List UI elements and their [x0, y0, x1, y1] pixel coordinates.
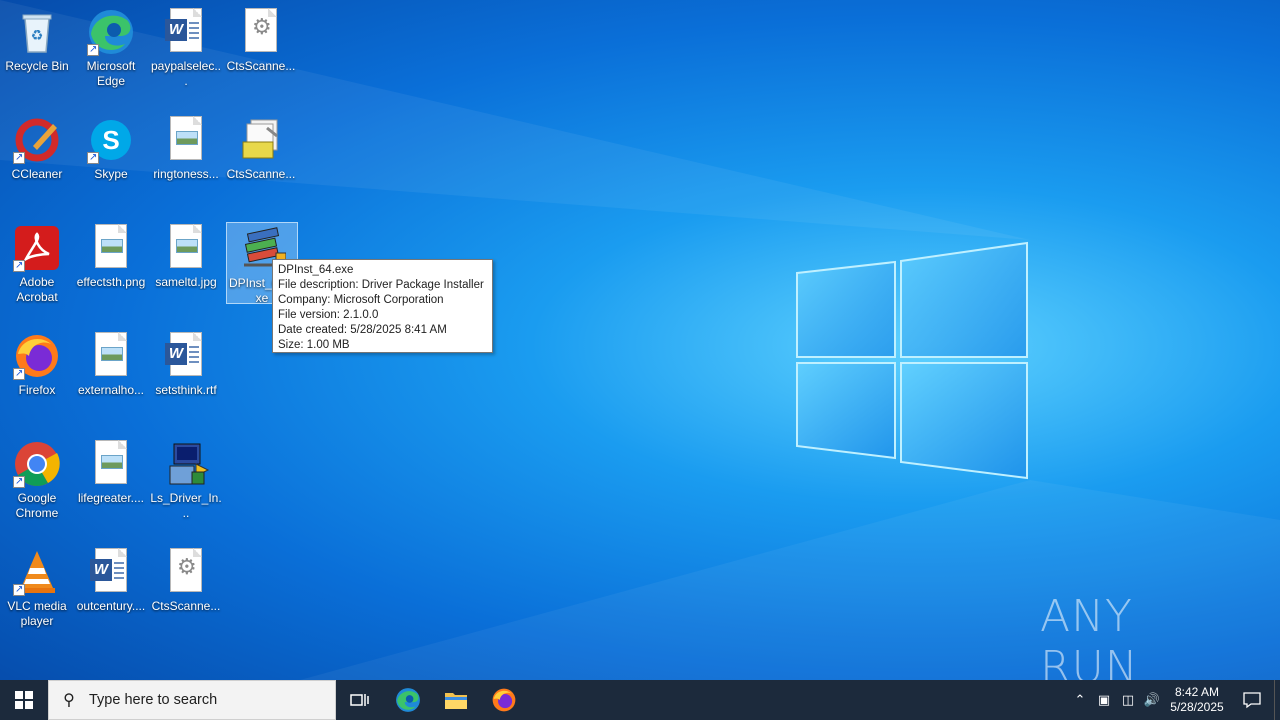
firefox-icon [13, 332, 61, 381]
clock-date: 5/28/2025 [1170, 700, 1224, 714]
clock[interactable]: 8:42 AM 5/28/2025 [1164, 685, 1230, 715]
clock-time: 8:42 AM [1174, 685, 1220, 699]
edge-icon [87, 8, 135, 57]
desktop-icon-ctsscanner-1[interactable]: ⚙ CtsScanne... [225, 2, 297, 102]
notifications-button[interactable] [1230, 680, 1274, 720]
file-tooltip: DPInst_64.exe File description: Driver P… [272, 259, 493, 353]
desktop-icon-microsoft-edge[interactable]: Microsoft Edge [75, 2, 147, 102]
firefox-icon [492, 688, 516, 712]
desktop-icon-ctsscanner-2[interactable]: CtsScanne... [225, 110, 297, 210]
search-icon: ⚲ [63, 692, 75, 709]
watermark-text: ANY RUN [1040, 591, 1139, 693]
recycle-bin-icon: ♻ [13, 8, 61, 56]
image-file-icon [87, 332, 135, 380]
edge-icon [396, 688, 420, 712]
image-file-icon [87, 224, 135, 272]
image-file-icon [87, 440, 135, 488]
desktop-icon-adobe-acrobat[interactable]: Adobe Acrobat [1, 218, 73, 318]
word-document-icon: W [87, 548, 135, 596]
chevron-up-icon[interactable]: ⌃ [1068, 680, 1092, 720]
desktop-icon-setsthink[interactable]: W setsthink.rtf [150, 326, 222, 426]
desktop-icon-ringtoness[interactable]: ringtoness... [150, 110, 222, 210]
ccleaner-icon [13, 116, 61, 165]
folder-icon [445, 693, 467, 709]
windows-logo-icon [15, 691, 33, 709]
skype-icon: S [87, 116, 135, 165]
desktop-icon-skype[interactable]: S Skype [75, 110, 147, 210]
network-icon[interactable]: ◫ [1116, 680, 1140, 720]
config-file-icon: ⚙ [162, 548, 210, 596]
system-tray: ⌃ ▣ ◫ 🔊 8:42 AM 5/28/2025 [1068, 680, 1280, 720]
desktop-icon-paypalselec[interactable]: W paypalselec... [150, 2, 222, 102]
anyrun-watermark: ANY RUN [1040, 591, 1240, 693]
installer-icon [162, 440, 210, 488]
image-file-icon [162, 224, 210, 272]
batch-file-icon [237, 116, 285, 164]
config-file-icon: ⚙ [237, 8, 285, 56]
desktop-icon-ccleaner[interactable]: CCleaner [1, 110, 73, 210]
desktop-icon-sameltd[interactable]: sameltd.jpg [150, 218, 222, 318]
tooltip-version: File version: 2.1.0.0 [278, 309, 379, 321]
tooltip-size: Size: 1.00 MB [278, 339, 350, 351]
task-view-icon [350, 694, 369, 706]
word-document-icon: W [162, 332, 210, 380]
desktop-icon-externalho[interactable]: externalho... [75, 326, 147, 426]
desktop-icon-effectsth[interactable]: effectsth.png [75, 218, 147, 318]
taskbar-edge-button[interactable] [384, 680, 432, 720]
desktop-icon-outcentury[interactable]: W outcentury.... [75, 542, 147, 642]
desktop-icon-google-chrome[interactable]: Google Chrome [1, 434, 73, 534]
vlc-icon [13, 548, 61, 597]
taskbar-search-box[interactable]: ⚲ Type here to search [48, 680, 336, 720]
volume-icon[interactable]: 🔊 [1140, 680, 1164, 720]
word-document-icon: W [162, 8, 210, 56]
meet-now-icon[interactable]: ▣ [1092, 680, 1116, 720]
desktop-icon-lifegreater[interactable]: lifegreater.... [75, 434, 147, 534]
tooltip-date-created: Date created: 5/28/2025 8:41 AM [278, 324, 447, 336]
tooltip-company: Company: Microsoft Corporation [278, 294, 444, 306]
taskbar-firefox-button[interactable] [480, 680, 528, 720]
taskbar-file-explorer-button[interactable] [432, 680, 480, 720]
start-button[interactable] [0, 680, 48, 720]
svg-text:S: S [102, 125, 119, 155]
desktop-icon-vlc[interactable]: VLC media player [1, 542, 73, 642]
image-file-icon [162, 116, 210, 164]
tooltip-filename: DPInst_64.exe [278, 264, 354, 276]
chrome-icon [13, 440, 61, 489]
taskbar: ⚲ Type here to search ⌃ ▣ ◫ 🔊 8:42 AM 5/… [0, 680, 1280, 720]
desktop-icon-recycle-bin[interactable]: ♻ Recycle Bin [1, 2, 73, 102]
desktop-icon-firefox[interactable]: Firefox [1, 326, 73, 426]
svg-text:♻: ♻ [31, 27, 44, 43]
task-view-button[interactable] [336, 680, 384, 720]
desktop-icon-ctsscanner-3[interactable]: ⚙ CtsScanne... [150, 542, 222, 642]
show-desktop-button[interactable] [1274, 680, 1280, 720]
notification-icon [1243, 692, 1261, 709]
desktop-icon-ls-driver[interactable]: Ls_Driver_In... [150, 434, 222, 534]
tooltip-description: File description: Driver Package Install… [278, 279, 484, 291]
acrobat-icon [13, 224, 61, 273]
search-placeholder: Type here to search [89, 692, 218, 708]
